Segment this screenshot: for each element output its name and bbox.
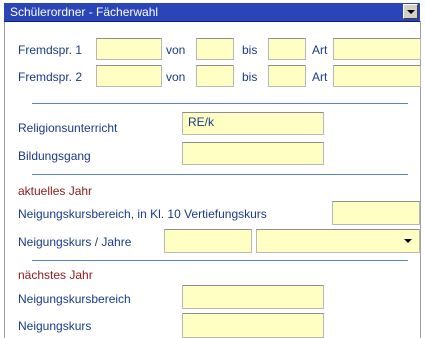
chevron-down-icon — [407, 10, 415, 14]
fremdsprache-2-von-input[interactable] — [196, 65, 234, 87]
fremdsprache-1-label: Fremdspr. 1 — [18, 43, 83, 57]
fremdsprache-2-von-label: von — [166, 70, 186, 84]
bildungsgang-label: Bildungsgang — [18, 149, 91, 163]
next-neigungskurs-label: Neigungskurs — [18, 319, 92, 333]
fremdsprache-2-art-input[interactable] — [333, 65, 421, 87]
current-jahre-select[interactable] — [256, 229, 420, 253]
divider — [32, 174, 408, 175]
fremdsprache-2-label: Fremdspr. 2 — [18, 70, 83, 84]
next-neigungskursbereich-label: Neigungskursbereich — [18, 292, 131, 306]
religion-input[interactable]: RE/k — [182, 112, 324, 135]
title-bar: Schülerordner - Fächerwahl — [4, 3, 420, 22]
divider — [32, 260, 408, 261]
current-neigungskursbereich-label: Neigungskursbereich, in Kl. 10 Vertiefun… — [18, 207, 267, 221]
current-year-heading: aktuelles Jahr — [18, 184, 93, 198]
fremdsprache-1-bis-input[interactable] — [268, 38, 306, 60]
bildungsgang-input[interactable] — [182, 142, 324, 165]
next-year-heading: nächstes Jahr — [18, 268, 93, 282]
current-neigungskurs-input[interactable] — [164, 229, 252, 253]
fremdsprache-1-input[interactable] — [96, 38, 162, 60]
chevron-down-icon — [404, 239, 412, 243]
next-neigungskursbereich-input[interactable] — [182, 285, 324, 309]
current-neigungskurs-label: Neigungskurs / Jahre — [18, 235, 132, 249]
fremdsprache-2-bis-label: bis — [242, 70, 258, 84]
fremdsprache-2-art-label: Art — [312, 70, 328, 84]
title-dropdown-button[interactable] — [403, 4, 418, 19]
window-title: Schülerordner - Fächerwahl — [10, 5, 159, 19]
fremdsprache-1-art-label: Art — [312, 43, 328, 57]
fremdsprache-1-art-input[interactable] — [333, 38, 421, 60]
divider — [32, 103, 408, 104]
fremdsprache-1-von-label: von — [166, 43, 186, 57]
next-neigungskurs-input[interactable] — [182, 313, 324, 338]
fremdsprache-1-bis-label: bis — [242, 43, 258, 57]
fremdsprache-1-von-input[interactable] — [196, 38, 234, 60]
fremdsprache-2-input[interactable] — [96, 65, 162, 87]
current-neigungskursbereich-input[interactable] — [332, 201, 420, 225]
fremdsprache-2-bis-input[interactable] — [268, 65, 306, 87]
religion-label: Religionsunterricht — [18, 121, 118, 135]
